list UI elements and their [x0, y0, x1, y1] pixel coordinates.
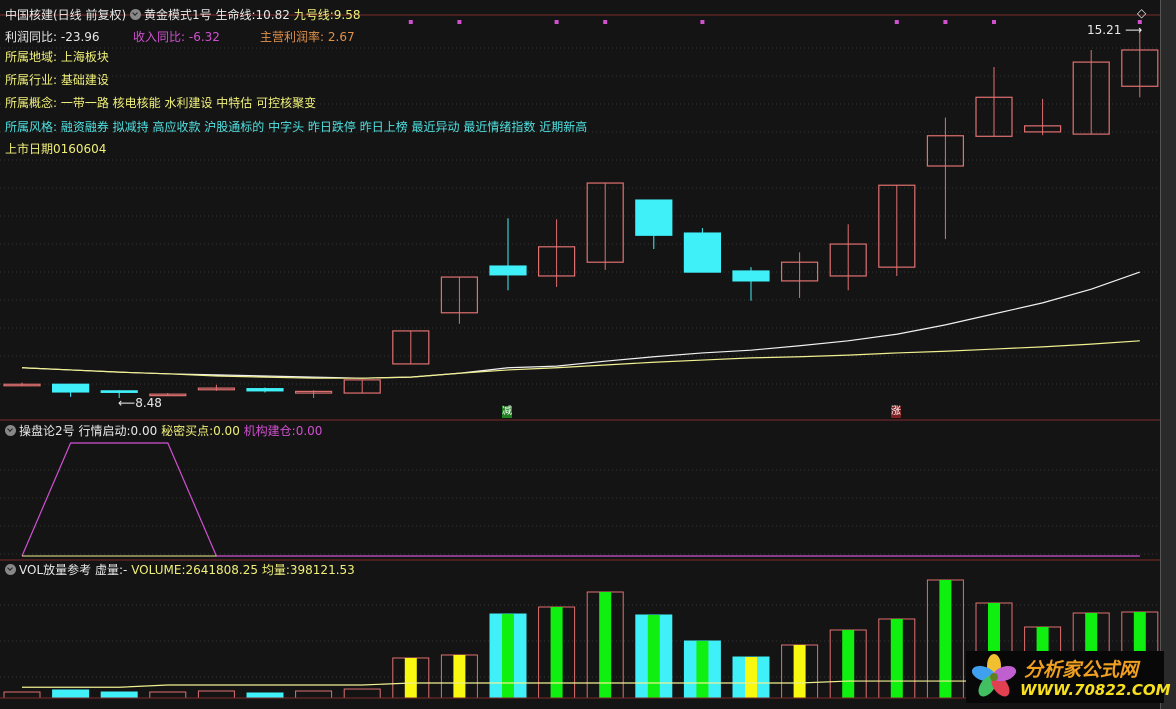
logo: 分析家公式网 WWW.70822.COM [966, 651, 1171, 703]
profit-yoy-label: 利润同比: [5, 30, 58, 44]
listing-date: 上市日期0160604 [5, 142, 107, 156]
profit-yoy-value: -23.96 [60, 30, 100, 44]
margin: 主营利润率: 2.67 [260, 30, 355, 44]
volume-flag-bar [599, 592, 612, 698]
margin-value: 2.67 [327, 30, 355, 44]
chart-header: 中国核建(日线 前复权) 黄金模式1号 生命线:10.82 九号线:9.58 [5, 8, 360, 22]
avg-value: 398121.53 [289, 563, 355, 577]
panel3-header: VOL放量参考 虚量:- VOLUME:2641808.25 均量:398121… [5, 563, 355, 577]
volume-flag-bar [745, 657, 757, 698]
right-scrollbar[interactable] [1160, 0, 1176, 709]
flower-logo-icon [971, 654, 1017, 697]
signal-dot [603, 20, 608, 24]
signal-dot [457, 20, 462, 24]
volume-flag-bar [647, 614, 660, 698]
volume-flag-bar [696, 640, 709, 698]
signal-dot [700, 20, 705, 24]
logo-text: 分析家公式网 [1024, 659, 1139, 681]
signal-dot [992, 20, 996, 24]
volume-flag-bar [453, 654, 466, 698]
revenue-yoy-value: -6.32 [188, 30, 220, 44]
panel2-dropdown-icon[interactable] [5, 425, 16, 436]
indicator-dropdown-icon[interactable] [130, 9, 142, 20]
panel3-title[interactable]: VOL放量参考 [19, 563, 91, 577]
life-line-label: 生命线: [215, 8, 256, 22]
high-price-label: 15.21 ⟶ [1087, 23, 1143, 37]
margin-label: 主营利润率: [260, 30, 325, 44]
diamond-icon[interactable]: ◇ [1137, 6, 1146, 20]
volume-flag-bar [404, 657, 417, 698]
reduce-marker: 减 [502, 406, 512, 418]
secret-label: 秘密买点: [161, 424, 214, 438]
indicator-name[interactable]: 黄金模式1号 [144, 8, 212, 22]
inst-value: 0.00 [295, 424, 323, 438]
volume-bar [295, 690, 333, 699]
panel2-title[interactable]: 操盘论2号 [19, 424, 75, 438]
volume-bar [246, 692, 284, 699]
signal-dot [943, 20, 948, 24]
volume-bar [197, 690, 235, 699]
candle-down [100, 390, 138, 393]
signal-dot [408, 20, 413, 24]
volume-bar [3, 691, 41, 699]
style: 所属风格: 融资融券 拟减持 高应收款 沪股通标的 中字头 昨日跌停 昨日上榜 … [5, 120, 588, 134]
inst-label: 机构建仓: [243, 424, 296, 438]
stock-name: 中国核建(日线 前复权) [5, 8, 127, 22]
start-value: 0.00 [130, 424, 158, 438]
virtual-value: - [123, 563, 128, 577]
ma-line-white [21, 271, 1140, 379]
industry: 所属行业: 基础建设 [5, 73, 109, 87]
volume-flag-bar [939, 579, 952, 698]
volume-bar [149, 691, 187, 699]
low-price-value: 8.48 [135, 396, 162, 410]
volume-flag-bar [842, 629, 855, 698]
volume-bar [52, 689, 90, 699]
candle-down [732, 270, 770, 282]
volume-label: VOLUME: [131, 563, 186, 577]
candle-down [635, 199, 673, 236]
ma-line-yellow [21, 340, 1140, 379]
start-label: 行情启动: [78, 424, 131, 438]
logo-url: WWW.70822.COM [1020, 681, 1171, 699]
panel3-dropdown-icon[interactable] [5, 564, 16, 575]
panel2-line [21, 442, 1140, 557]
signal-dot [894, 20, 899, 24]
volume-flag-bar [550, 607, 563, 698]
concept: 所属概念: 一带一路 核电核能 水利建设 中特估 可控核聚变 [5, 96, 317, 110]
candle-down [683, 232, 722, 273]
low-price-label: ⟵8.48 [118, 396, 162, 410]
signal-dot [554, 20, 559, 24]
virtual-label: 虚量: [94, 563, 124, 577]
avg-label: 均量: [261, 563, 290, 577]
volume-flag-bar [890, 618, 903, 698]
nine-line-value: 9.58 [333, 8, 361, 22]
panel2-header: 操盘论2号 行情启动:0.00 秘密买点:0.00 机构建仓:0.00 [5, 424, 322, 438]
volume-bar [100, 691, 138, 699]
rise-marker: 涨 [891, 406, 901, 418]
volume-flag-bar [502, 614, 514, 698]
candle-down [489, 265, 527, 276]
candle-down [51, 383, 90, 393]
volume-flag-bar [793, 645, 806, 698]
high-price-value: 15.21 [1087, 23, 1122, 37]
revenue-yoy-label: 收入同比: [133, 30, 186, 44]
life-line-value: 10.82 [255, 8, 290, 22]
profit-yoy: 利润同比: -23.96 [5, 30, 100, 44]
region: 所属地域: 上海板块 [5, 50, 109, 64]
volume-bar [343, 688, 381, 699]
secret-value: 0.00 [213, 424, 240, 438]
revenue-yoy: 收入同比: -6.32 [133, 30, 220, 44]
candle-down [246, 388, 284, 392]
volume-value: 2641808.25 [185, 563, 259, 577]
nine-line-label: 九号线: [293, 8, 334, 22]
